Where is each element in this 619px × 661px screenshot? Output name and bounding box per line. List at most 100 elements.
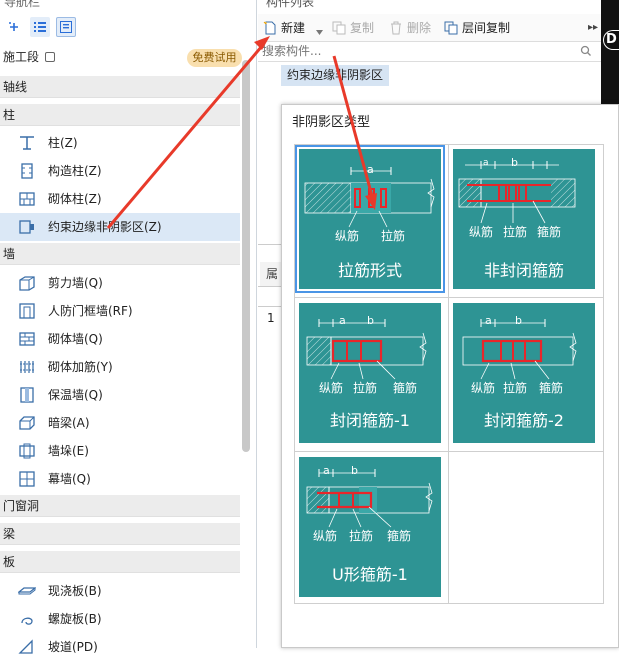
rebar-label: 箍筋 [387, 529, 412, 543]
nav-item-label: 构造柱(Z) [48, 164, 102, 178]
detail-view-icon[interactable] [56, 17, 76, 37]
spiral-slab-icon [21, 617, 33, 625]
hidden-beam-icon [19, 416, 35, 430]
nav-group-axis[interactable]: 轴线 [0, 76, 240, 98]
nav-item-spiral-slab[interactable]: 螺旋板(B) [0, 605, 240, 633]
segment-row[interactable]: 施工段 [0, 46, 186, 68]
properties-header: 属 [260, 262, 282, 286]
rebar-label: 拉筋 [503, 381, 528, 395]
nav-group-door-window[interactable]: 门窗洞 [0, 495, 240, 517]
search-icon[interactable] [580, 45, 592, 57]
rebar-label: 箍筋 [393, 381, 418, 395]
civil-defense-door-wall-icon [19, 303, 35, 319]
type-card-caption: 拉筋形式 [337, 261, 402, 280]
ramp-icon [18, 639, 33, 654]
type-card-tie-bar[interactable]: a 纵筋 拉筋 拉筋形式 [295, 145, 445, 293]
grid-divider [295, 297, 603, 298]
free-trial-badge[interactable]: 免费试用 [187, 49, 242, 67]
dim-b-label: b [515, 314, 522, 327]
component-list-item[interactable]: 约束边缘非阴影区 [281, 65, 390, 86]
nav-item-civil-defense-wall[interactable]: 人防门框墙(RF) [0, 297, 240, 325]
curtain-wall-icon [19, 471, 35, 487]
rebar-label: 拉筋 [353, 381, 378, 395]
nav-item-label: 人防门框墙(RF) [48, 304, 133, 318]
grid-divider [295, 451, 603, 452]
rebar-label: 拉筋 [381, 229, 406, 243]
nav-item-masonry-wall[interactable]: 砌体墙(Q) [0, 325, 240, 353]
trash-icon [391, 21, 401, 35]
nav-item-hidden-beam[interactable]: 暗梁(A) [0, 409, 240, 437]
grid-divider [448, 145, 449, 603]
delete-button[interactable]: 删除 [389, 19, 431, 37]
rebar-label: 纵筋 [335, 229, 360, 243]
nav-group-beam[interactable]: 梁 [0, 523, 240, 545]
search-input[interactable] [262, 43, 572, 59]
dim-b-label: b [351, 464, 358, 477]
nav-group-column[interactable]: 柱 [0, 104, 240, 126]
toolbar-overflow-icon[interactable]: ▸▸ [588, 22, 598, 33]
nav-item-label: 约束边缘非阴影区(Z) [48, 220, 162, 234]
nav-panel-title: 导航栏 [4, 0, 41, 9]
type-grid: a 纵筋 拉筋 拉筋形式 a b 纵筋 拉筋 箍筋 非封闭箍筋 a b 纵筋 拉… [294, 144, 604, 604]
copy-button[interactable]: 复制 [332, 19, 374, 37]
nav-item-constraint-edge[interactable]: 约束边缘非阴影区(Z) [0, 213, 240, 241]
segment-label: 施工段 [3, 50, 40, 64]
list-view-icon[interactable] [30, 17, 50, 37]
nav-item-masonry-rebar[interactable]: 砌体加筋(Y) [0, 353, 240, 381]
type-card-caption: 封闭箍筋-1 [330, 411, 410, 430]
wall-pier-icon [19, 443, 35, 459]
nav-item-column[interactable]: 柱(Z) [0, 129, 240, 157]
nav-item-label: 螺旋板(B) [48, 612, 102, 626]
dim-a-label: a [483, 158, 489, 168]
type-card-closed-stirrup-1[interactable]: a b 纵筋 拉筋 箍筋 封闭箍筋-1 [299, 303, 441, 443]
nav-item-shear-wall[interactable]: 剪力墙(Q) [0, 269, 240, 297]
nav-item-label: 柱(Z) [48, 136, 78, 150]
type-card-caption: U形箍筋-1 [332, 565, 408, 584]
nav-scrollbar[interactable] [242, 60, 250, 452]
dim-a-label: a [339, 314, 346, 327]
type-card-caption: 非封闭箍筋 [483, 261, 564, 280]
component-panel-title: 构件列表 [266, 0, 315, 9]
nav-item-label: 砌体加筋(Y) [48, 360, 113, 374]
nav-group-slab[interactable]: 板 [0, 551, 240, 573]
rebar-label: 拉筋 [503, 225, 528, 239]
dim-a-label: a [485, 314, 492, 327]
floor-copy-button[interactable]: 层间复制 [444, 19, 510, 37]
rebar-label: 箍筋 [539, 381, 564, 395]
nav-item-insulation-wall[interactable]: 保温墙(Q) [0, 381, 240, 409]
properties-row-index: 1 [267, 311, 275, 325]
copy-icon [332, 21, 346, 35]
rebar-label: 纵筋 [319, 381, 344, 395]
dialog-title: 非阴影区类型 [292, 115, 371, 130]
dim-b-label: b [511, 156, 518, 169]
nav-item-label: 砌体柱(Z) [48, 192, 102, 206]
construction-column-icon [21, 163, 33, 179]
nav-item-wall-pier[interactable]: 墙垛(E) [0, 437, 240, 465]
nav-group-wall[interactable]: 墙 [0, 243, 240, 265]
new-dropdown-chevron-icon[interactable] [316, 24, 323, 38]
masonry-wall-icon [19, 332, 35, 346]
dim-a-label: a [323, 464, 330, 477]
masonry-rebar-icon [20, 361, 34, 373]
nav-item-construction-column[interactable]: 构造柱(Z) [0, 157, 240, 185]
constraint-edge-icon [19, 220, 34, 234]
nav-item-ramp[interactable]: 坡道(PD) [0, 633, 240, 661]
shear-wall-icon [19, 276, 35, 291]
new-doc-icon [263, 21, 276, 35]
rebar-label: 纵筋 [469, 225, 494, 239]
nav-item-cast-slab[interactable]: 现浇板(B) [0, 577, 240, 605]
canvas-badge: D [603, 30, 619, 50]
search-row [258, 42, 601, 62]
nav-item-label: 剪力墙(Q) [48, 276, 103, 290]
add-icon[interactable] [4, 17, 24, 37]
nav-item-label: 现浇板(B) [48, 584, 102, 598]
nav-item-masonry-column[interactable]: 砌体柱(Z) [0, 185, 240, 213]
dim-a-label: a [367, 163, 374, 176]
type-card-u-stirrup-1[interactable]: a b 纵筋 拉筋 箍筋 U形箍筋-1 [299, 457, 441, 597]
nav-item-label: 坡道(PD) [48, 640, 98, 654]
type-card-open-stirrup[interactable]: a b 纵筋 拉筋 箍筋 非封闭箍筋 [453, 149, 595, 289]
type-card-closed-stirrup-2[interactable]: a b 纵筋 拉筋 箍筋 封闭箍筋-2 [453, 303, 595, 443]
nav-item-curtain-wall[interactable]: 幕墙(Q) [0, 465, 240, 493]
insulation-wall-icon [20, 387, 34, 403]
new-button[interactable]: 新建 [263, 19, 305, 37]
